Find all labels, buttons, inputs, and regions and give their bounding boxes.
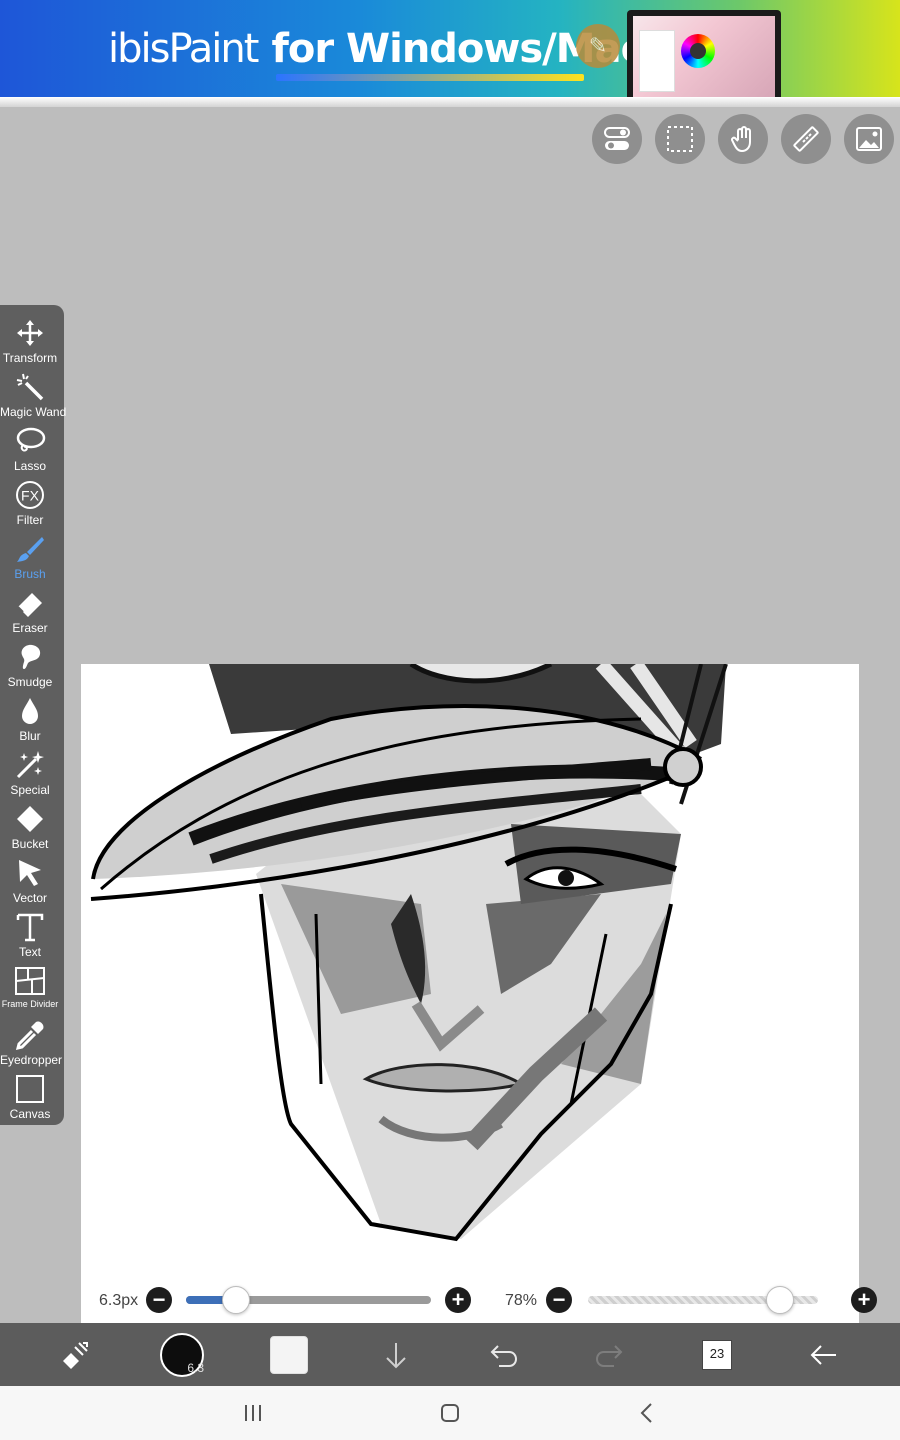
text-icon [16, 913, 44, 942]
hand-button[interactable] [718, 114, 768, 164]
system-nav-bar [0, 1386, 900, 1440]
color-picker-button[interactable]: 6.3 [160, 1333, 204, 1377]
tool-blur[interactable]: Blur [0, 689, 60, 743]
tool-magic-wand[interactable]: Magic Wand [0, 365, 66, 419]
brush-size-minus-button[interactable]: − [146, 1287, 172, 1313]
ad-stylus-icon: ✎ [576, 24, 620, 68]
layer-count-badge: 23 [702, 1340, 732, 1370]
tool-special[interactable]: Special [0, 743, 60, 797]
hand-icon [731, 126, 751, 153]
sketch-artwork [90, 664, 728, 1242]
tool-brush[interactable]: Brush [0, 527, 60, 581]
ruler-button[interactable] [781, 114, 831, 164]
selection-button[interactable] [655, 114, 705, 164]
svg-text:FX: FX [21, 488, 40, 504]
ad-divider [0, 97, 900, 107]
opacity-plus-button[interactable]: + [851, 1287, 877, 1313]
brush-icon [17, 537, 44, 562]
tool-lasso[interactable]: Lasso [0, 419, 60, 473]
layers-button[interactable]: 23 [695, 1333, 739, 1377]
reference-button[interactable] [844, 114, 894, 164]
redo-icon [595, 1345, 623, 1367]
selection-icon [667, 126, 693, 152]
ruler-icon [793, 126, 819, 152]
recent-apps-icon[interactable] [238, 1398, 268, 1428]
layer-down-button[interactable] [374, 1333, 418, 1377]
brush-size-value: 6.3px [99, 1292, 139, 1309]
layer-preview-button[interactable] [267, 1333, 311, 1377]
brush-eraser-swap-button[interactable] [53, 1333, 97, 1377]
tool-frame-divider[interactable]: Frame Divider [0, 959, 60, 1013]
swap-tool-icon [63, 1342, 88, 1369]
brush-size-knob[interactable] [222, 1286, 250, 1314]
canvas-icon [16, 1075, 44, 1103]
ad-text: ibisPaint for Windows/Mac [108, 26, 644, 72]
tool-eyedropper[interactable]: Eyedropper [0, 1013, 62, 1067]
ad-laptop-image [627, 10, 781, 97]
drawing-canvas[interactable] [81, 664, 859, 1380]
redo-button[interactable] [588, 1333, 632, 1377]
tool-bucket[interactable]: Bucket [0, 797, 60, 851]
smudge-icon [21, 644, 41, 669]
tool-text[interactable]: Text [0, 905, 60, 959]
current-color-swatch: 6.3 [160, 1333, 204, 1377]
ad-banner[interactable]: ibisPaint for Windows/Mac ✎ [0, 0, 900, 97]
tool-transform[interactable]: Transform [0, 311, 60, 365]
tool-smudge[interactable]: Smudge [0, 635, 60, 689]
eraser-icon [17, 593, 42, 617]
back-nav-icon[interactable] [632, 1398, 662, 1428]
layer-thumbnail [270, 1336, 308, 1374]
arrow-left-icon [810, 1345, 836, 1365]
opacity-value: 78% [505, 1292, 538, 1309]
undo-button[interactable] [481, 1333, 525, 1377]
brush-slider-row: 6.3px − + 78% − + [0, 1284, 900, 1316]
fx-icon: FX [16, 481, 44, 509]
home-icon[interactable] [435, 1398, 465, 1428]
brush-size-plus-button[interactable]: + [445, 1287, 471, 1313]
tool-canvas[interactable]: Canvas [0, 1067, 60, 1121]
magic-wand-icon [16, 373, 44, 401]
back-button[interactable] [802, 1333, 846, 1377]
toggle-icon [604, 127, 630, 150]
arrow-down-icon [386, 1343, 406, 1369]
bottom-toolbar: 6.3 23 [0, 1323, 900, 1386]
reference-image-icon [856, 127, 882, 151]
droplet-icon [22, 698, 38, 724]
undo-icon [490, 1345, 518, 1367]
lasso-icon [16, 427, 46, 452]
tool-eraser[interactable]: Eraser [0, 581, 60, 635]
eyedropper-icon [15, 1021, 44, 1051]
left-toolbar: Transform Magic Wand Lasso FX Filter Bru… [0, 305, 66, 1125]
tool-filter[interactable]: FX Filter [0, 473, 60, 527]
toggle-button[interactable] [592, 114, 642, 164]
move-icon [17, 320, 43, 346]
ad-underline [276, 74, 584, 81]
frame-divider-icon [15, 967, 45, 995]
cursor-icon [19, 860, 41, 886]
tool-vector[interactable]: Vector [0, 851, 60, 905]
opacity-knob[interactable] [766, 1286, 795, 1314]
bucket-icon [17, 806, 43, 832]
opacity-minus-button[interactable]: − [546, 1287, 572, 1313]
sparkle-icon [16, 751, 44, 779]
